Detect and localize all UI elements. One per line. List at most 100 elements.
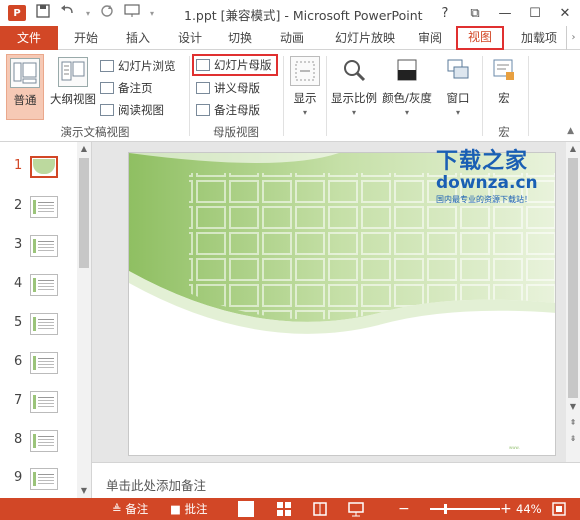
zoom-level[interactable]: 44% xyxy=(516,498,542,520)
tab-view[interactable]: 视图 xyxy=(456,26,504,50)
comments-label: 批注 xyxy=(184,502,208,516)
notes-master-button[interactable]: 备注母版 xyxy=(196,100,260,120)
slide-thumbnail-1[interactable]: 1 xyxy=(0,156,78,186)
fit-slide-to-window-icon[interactable] xyxy=(552,498,566,520)
notes-pane[interactable]: 单击此处添加备注 xyxy=(92,462,580,498)
slide-thumbnail-2[interactable]: 2 xyxy=(0,196,78,226)
tab-add-ins[interactable]: 加载项 xyxy=(512,26,566,50)
notes-page-label: 备注页 xyxy=(118,81,153,95)
scroll-down-icon[interactable]: ▼ xyxy=(77,484,91,498)
start-from-beginning-icon[interactable] xyxy=(124,4,140,22)
previous-slide-icon[interactable]: ⇞ xyxy=(566,416,580,430)
slide-thumbnail-5[interactable]: 5 xyxy=(0,313,78,343)
tab-home[interactable]: 开始 xyxy=(66,26,106,50)
zoom-out-icon[interactable]: − xyxy=(398,498,410,520)
watermark-tagline: 国内最专业的资源下载站！ xyxy=(436,195,532,204)
tab-review[interactable]: 审阅 xyxy=(410,26,450,50)
slide-sorter-status-icon[interactable] xyxy=(276,501,292,517)
slide-thumbnail-8[interactable]: 8 xyxy=(0,430,78,460)
tab-file[interactable]: 文件 xyxy=(0,26,58,50)
slide-show-status-icon[interactable] xyxy=(348,501,364,517)
zoom-in-icon[interactable]: + xyxy=(500,498,512,520)
tab-transitions[interactable]: 切换 xyxy=(220,26,260,50)
reading-view-label: 阅读视图 xyxy=(118,103,164,117)
slide-number: 2 xyxy=(14,198,23,213)
slide-thumbnail-3[interactable]: 3 xyxy=(0,235,78,265)
notes-master-icon xyxy=(196,104,210,116)
color-grayscale-button[interactable]: 颜色/灰度 ▾ xyxy=(380,54,434,122)
svg-text:www.: www. xyxy=(509,445,520,450)
save-icon[interactable] xyxy=(36,4,50,22)
handout-master-button[interactable]: 讲义母版 xyxy=(196,78,260,98)
tab-scroll-icon[interactable]: › xyxy=(566,26,580,50)
notes-toggle-button[interactable]: ≜ 备注 xyxy=(112,498,148,520)
zoom-slider-thumb[interactable] xyxy=(444,504,448,514)
notes-page-button[interactable]: 备注页 xyxy=(100,78,153,98)
ribbon-view: 普通 大纲视图 幻灯片浏览 备注页 阅读视图 演示文稿视图 幻灯片母版 讲义母版… xyxy=(0,50,580,142)
slide-thumbnail-image xyxy=(30,235,58,257)
zoom-button[interactable]: 显示比例 ▾ xyxy=(330,54,378,122)
slide-number: 4 xyxy=(14,276,23,291)
normal-view-status-icon[interactable] xyxy=(238,501,254,517)
ribbon-display-options-button[interactable]: ⧉ xyxy=(460,0,490,26)
normal-view-label: 普通 xyxy=(13,93,37,107)
slide-thumbnail-6[interactable]: 6 xyxy=(0,352,78,382)
tab-insert[interactable]: 插入 xyxy=(118,26,158,50)
outline-view-icon xyxy=(58,57,88,87)
macros-icon xyxy=(489,56,519,86)
macros-button[interactable]: 宏 xyxy=(486,54,522,122)
window-title: 1.ppt [兼容模式] - Microsoft PowerPoint xyxy=(184,8,423,23)
scrollbar-thumb[interactable] xyxy=(79,158,89,268)
powerpoint-app-icon[interactable]: P xyxy=(8,5,26,21)
slide-thumbnail-7[interactable]: 7 xyxy=(0,391,78,421)
undo-icon[interactable] xyxy=(60,4,76,22)
collapse-ribbon-icon[interactable]: ▲ xyxy=(567,126,574,136)
slide-thumbnail-image xyxy=(30,430,58,452)
tab-animations[interactable]: 动画 xyxy=(272,26,312,50)
zoom-label: 显示比例 xyxy=(331,91,377,105)
tab-slide-show[interactable]: 幻灯片放映 xyxy=(326,26,404,50)
window-icon xyxy=(443,56,473,86)
zoom-slider[interactable] xyxy=(430,504,500,514)
window-button[interactable]: 窗口 ▾ xyxy=(440,54,476,122)
slide-number: 8 xyxy=(14,432,23,447)
slide-sorter-button[interactable]: 幻灯片浏览 xyxy=(100,56,176,76)
show-icon xyxy=(290,56,320,86)
close-button[interactable]: ✕ xyxy=(550,0,580,26)
window-dropdown-icon: ▾ xyxy=(455,108,460,117)
slide-thumbnail-9[interactable]: 9 xyxy=(0,468,78,498)
slide-thumbnail-image xyxy=(30,313,58,335)
slide-thumbnail-image xyxy=(30,156,58,178)
next-slide-icon[interactable]: ⇟ xyxy=(566,432,580,446)
scroll-down-icon[interactable]: ▼ xyxy=(566,400,580,414)
show-dropdown-icon: ▾ xyxy=(302,108,307,117)
comments-toggle-button[interactable]: ■ 批注 xyxy=(170,498,208,520)
watermark-url: downza.cn xyxy=(436,173,538,193)
group-divider xyxy=(283,56,284,136)
show-button[interactable]: 显示 ▾ xyxy=(288,54,322,122)
handout-master-icon xyxy=(196,82,210,94)
reading-view-button[interactable]: 阅读视图 xyxy=(100,100,164,120)
window-label: 窗口 xyxy=(446,91,470,105)
customize-qat-icon[interactable]: ▾ xyxy=(150,9,154,18)
title-bar: P ▾ ▾ 1.ppt [兼容模式] - Microsoft PowerPoin… xyxy=(0,0,580,26)
minimize-button[interactable]: — xyxy=(490,0,520,26)
reading-view-status-icon[interactable] xyxy=(312,501,328,517)
thumbnail-scrollbar[interactable]: ▲ ▼ xyxy=(77,142,91,498)
slide-number: 6 xyxy=(14,354,23,369)
macros-group-label: 宏 xyxy=(498,125,510,139)
slide-thumbnail-4[interactable]: 4 xyxy=(0,274,78,304)
redo-icon[interactable] xyxy=(100,4,114,22)
slide-master-button[interactable]: 幻灯片母版 xyxy=(192,54,278,76)
watermark-brand: 下载之家 xyxy=(436,149,529,174)
maximize-button[interactable]: ☐ xyxy=(520,0,550,26)
color-grayscale-label: 颜色/灰度 xyxy=(382,91,432,105)
group-divider xyxy=(528,56,529,136)
show-label: 显示 xyxy=(293,91,317,105)
normal-view-button[interactable]: 普通 xyxy=(6,54,44,120)
help-button[interactable]: ? xyxy=(430,0,460,26)
tab-design[interactable]: 设计 xyxy=(170,26,210,50)
undo-dropdown-icon[interactable]: ▾ xyxy=(86,9,90,18)
outline-view-button[interactable]: 大纲视图 xyxy=(48,54,98,120)
scroll-up-icon[interactable]: ▲ xyxy=(77,142,91,156)
